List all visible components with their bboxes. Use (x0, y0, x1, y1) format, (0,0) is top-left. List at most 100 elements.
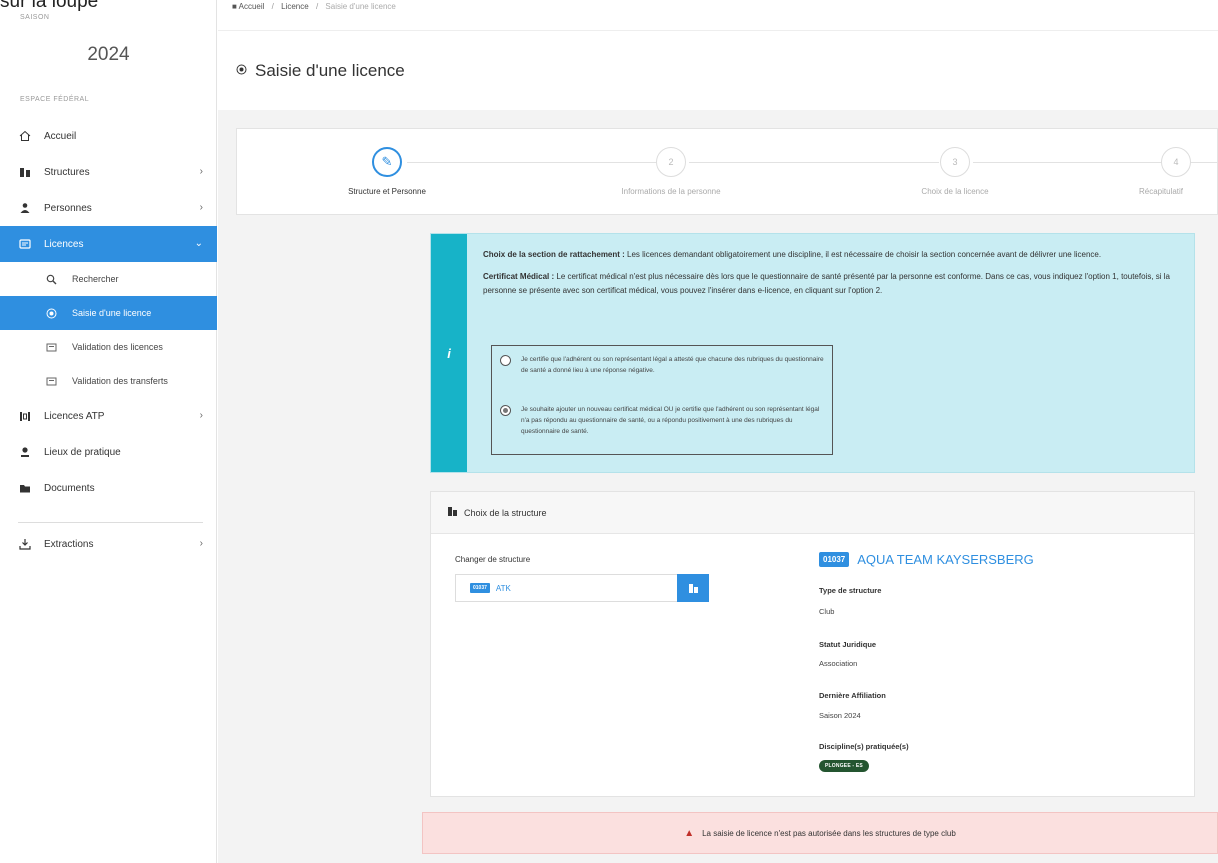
error-alert: ▲ La saisie de licence n'est pas autoris… (422, 812, 1218, 854)
season-label: SAISON (20, 14, 50, 21)
chevron-right-icon: › (199, 166, 203, 177)
page-title: Saisie d'une licence (236, 61, 405, 81)
location-icon (18, 445, 32, 459)
change-structure-input[interactable]: 01037 ATK (455, 574, 709, 602)
transfer-icon (44, 376, 58, 387)
info-certificat-text: Le certificat médical n'est plus nécessa… (483, 272, 1170, 295)
info-text: Choix de la section de rattachement : Le… (483, 248, 1183, 306)
breadcrumb-section[interactable]: Licence (281, 2, 309, 11)
chevron-right-icon: › (199, 538, 203, 549)
structure-name: 01037 AQUA TEAM KAYSERSBERG (819, 552, 1034, 567)
sidebar-item-label: Validation des licences (72, 342, 163, 352)
radio-option-2[interactable] (500, 405, 511, 416)
alert-text: La saisie de licence n'est pas autorisée… (702, 828, 956, 838)
structure-input-value: ATK (495, 583, 511, 593)
sidebar-item-personnes[interactable]: Personnes › (0, 190, 217, 226)
step-structure-personne[interactable]: ✎ Structure et Personne (307, 147, 467, 196)
sidebar-nav: Accueil Structures › Personnes › Licence… (0, 118, 217, 562)
sidebar: SAISON 2024 ESPACE FÉDÉRAL Accueil Struc… (0, 0, 217, 863)
sidebar-item-accueil[interactable]: Accueil (0, 118, 217, 154)
season-year[interactable]: 2024 (0, 44, 217, 66)
option-1-text: Je certifie que l'adhérent ou son représ… (521, 356, 824, 374)
sidebar-item-extractions[interactable]: Extractions › (0, 526, 217, 562)
overlay-caption: sur la loupe (0, 0, 99, 12)
type-value: Club (819, 607, 835, 616)
statut-label: Statut Juridique (819, 640, 877, 649)
step-number: 4 (1161, 147, 1191, 177)
medical-options: Je certifie que l'adhérent ou son représ… (491, 345, 833, 455)
wizard-stepper: ✎ Structure et Personne 2 Informations d… (236, 128, 1218, 215)
step-recapitulatif[interactable]: 4 Récapitulatif (1139, 147, 1218, 196)
breadcrumb-current: Saisie d'une licence (325, 2, 396, 11)
structure-panel-title: Choix de la structure (464, 507, 547, 518)
structure-code: 01037 (819, 552, 850, 567)
sidebar-subitem-rechercher[interactable]: Rechercher (0, 262, 217, 296)
info-section-title: Choix de la section de rattachement : (483, 250, 625, 259)
users-icon (18, 201, 32, 215)
structure-panel: Choix de la structure Changer de structu… (430, 491, 1195, 797)
structure-panel-header: Choix de la structure (431, 492, 1194, 534)
sidebar-item-label: Saisie d'une licence (72, 308, 152, 318)
sidebar-item-label: Licences ATP (44, 410, 105, 422)
license-icon (18, 237, 32, 251)
step-choix-licence[interactable]: 3 Choix de la licence (875, 147, 1035, 196)
step-label: Récapitulatif (1139, 187, 1184, 196)
home-icon: ■ (232, 2, 237, 11)
building-icon (18, 165, 32, 179)
step-label: Structure et Personne (348, 187, 426, 196)
affiliation-label: Dernière Affiliation (819, 691, 886, 700)
breadcrumb-home[interactable]: Accueil (239, 2, 265, 11)
breadcrumb: ■ Accueil / Licence / Saisie d'une licen… (232, 2, 396, 11)
pencil-icon: ✎ (372, 147, 402, 177)
building-icon (688, 583, 698, 593)
search-icon (44, 274, 58, 285)
sidebar-item-label: Licences (44, 238, 84, 250)
sidebar-subitem-saisie[interactable]: Saisie d'une licence (0, 296, 217, 330)
option-2-text: Je souhaite ajouter un nouveau certifica… (521, 406, 820, 435)
espace-label: ESPACE FÉDÉRAL (20, 96, 90, 103)
license-check-icon (44, 342, 58, 353)
sidebar-item-label: Rechercher (72, 274, 119, 284)
edit-icon (44, 308, 58, 319)
step-label: Informations de la personne (621, 187, 721, 196)
structure-name-text: AQUA TEAM KAYSERSBERG (857, 552, 1034, 567)
download-icon (18, 537, 32, 551)
structure-code-badge: 01037 (470, 583, 490, 593)
discipline-badge: PLONGEE - ES (819, 760, 869, 772)
info-alert: i Choix de la section de rattachement : … (430, 233, 1195, 473)
discipline-label: Discipline(s) pratiquée(s) (819, 742, 909, 751)
building-icon (447, 506, 458, 520)
warning-icon: ▲ (684, 827, 695, 839)
sidebar-item-label: Lieux de pratique (44, 446, 121, 458)
sidebar-item-licences-atp[interactable]: Licences ATP › (0, 398, 217, 434)
type-label: Type de structure (819, 586, 882, 595)
page-title-text: Saisie d'une licence (255, 61, 405, 80)
medical-option-1[interactable]: Je certifie que l'adhérent ou son représ… (492, 354, 832, 376)
sidebar-item-licences[interactable]: Licences ⌄ (0, 226, 217, 262)
chevron-right-icon: › (199, 202, 203, 213)
sidebar-item-label: Personnes (44, 202, 92, 214)
chevron-down-icon: ⌄ (194, 238, 203, 249)
sidebar-divider (18, 522, 203, 523)
sidebar-item-label: Documents (44, 482, 95, 494)
sidebar-subitem-validation-transferts[interactable]: Validation des transferts (0, 364, 217, 398)
step-informations[interactable]: 2 Informations de la personne (591, 147, 751, 196)
affiliation-value: Saison 2024 (819, 711, 861, 720)
radio-option-1[interactable] (500, 355, 511, 366)
info-certificat-title: Certificat Médical : (483, 272, 555, 281)
sidebar-item-lieux[interactable]: Lieux de pratique (0, 434, 217, 470)
select-structure-button[interactable] (677, 574, 709, 602)
step-label: Choix de la licence (921, 187, 989, 196)
info-icon: i (431, 234, 467, 472)
sidebar-subitem-validation-licences[interactable]: Validation des licences (0, 330, 217, 364)
sidebar-item-label: Accueil (44, 130, 77, 142)
sidebar-item-documents[interactable]: Documents (0, 470, 217, 506)
sidebar-item-structures[interactable]: Structures › (0, 154, 217, 190)
sidebar-item-label: Validation des transferts (72, 376, 168, 386)
medical-option-2[interactable]: Je souhaite ajouter un nouveau certifica… (492, 404, 832, 437)
info-section-text: Les licences demandant obligatoirement u… (624, 250, 1102, 259)
step-number: 3 (940, 147, 970, 177)
home-icon (18, 129, 32, 143)
step-number: 2 (656, 147, 686, 177)
change-structure-label: Changer de structure (455, 555, 531, 564)
